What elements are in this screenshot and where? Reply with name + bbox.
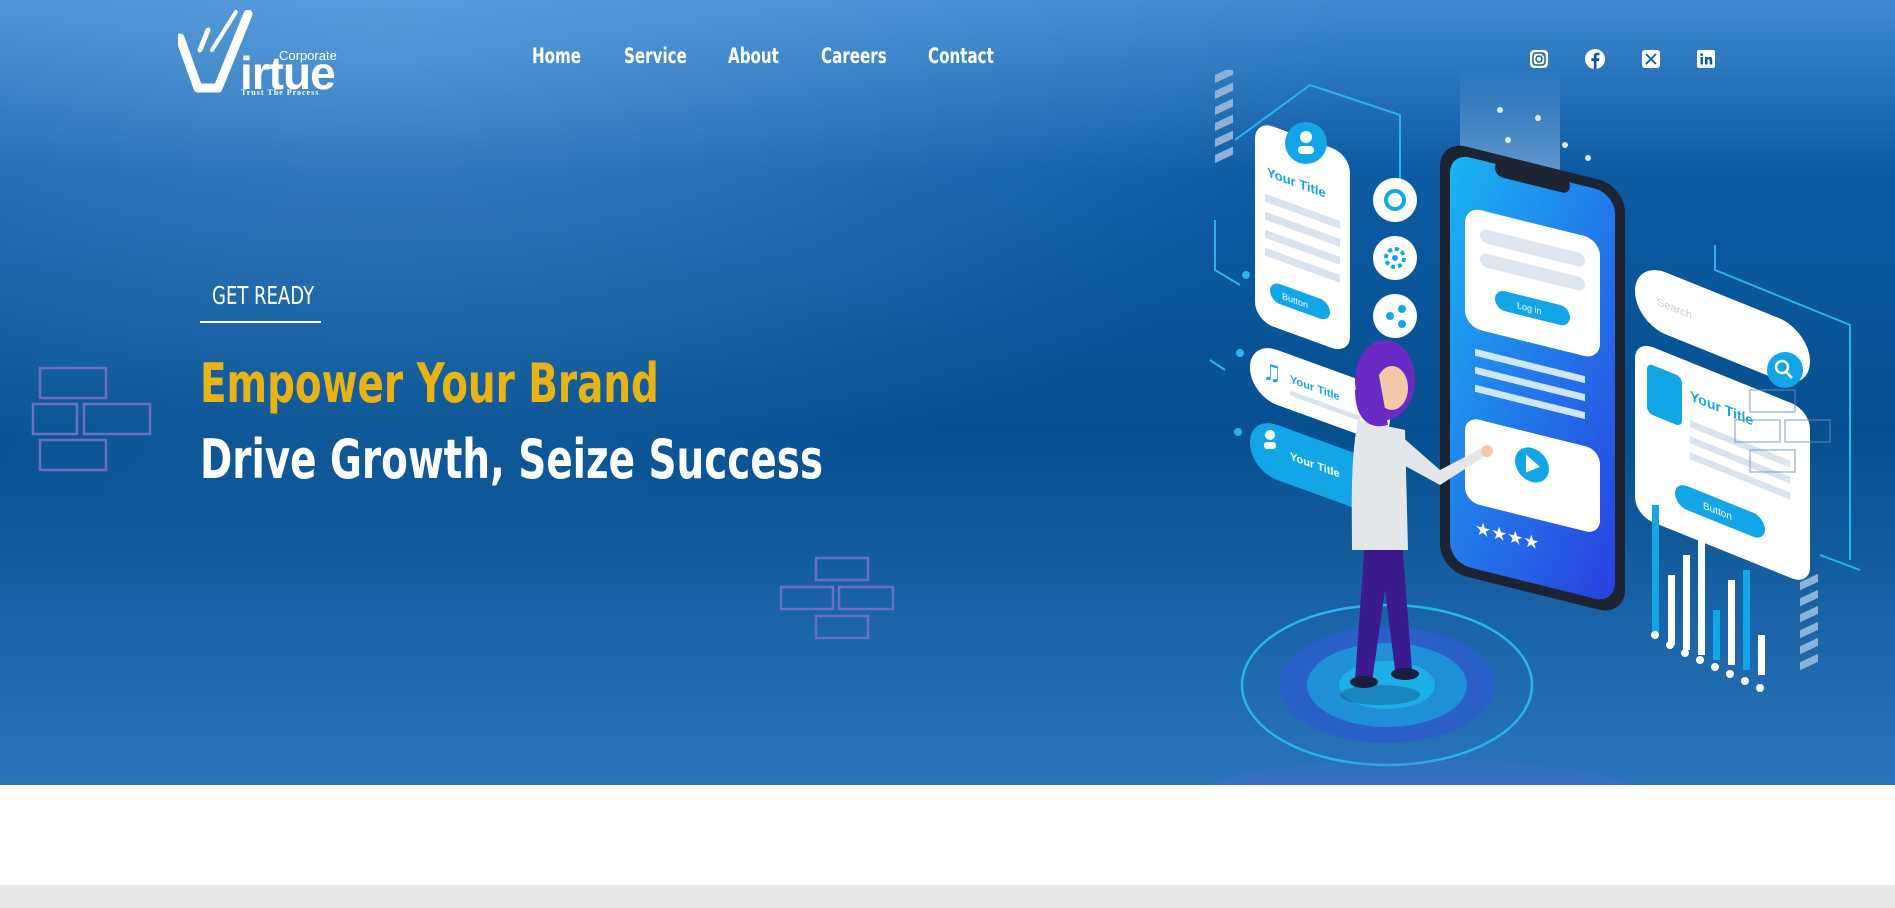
x-twitter-icon[interactable] xyxy=(1640,48,1662,70)
music-icon: ♫ xyxy=(1262,361,1282,386)
hero-eyebrow: GET READY xyxy=(212,281,315,310)
nav-contact[interactable]: Contact xyxy=(928,44,994,68)
nav-about[interactable]: About xyxy=(728,44,779,68)
app-development-illustration: Your Title Button Your Title ♫ Your Titl… xyxy=(1209,70,1861,785)
nav-service[interactable]: Service xyxy=(624,44,687,68)
facebook-icon[interactable] xyxy=(1584,48,1606,70)
hero-headline-primary: Empower Your Brand xyxy=(200,352,659,415)
eyebrow-underline xyxy=(200,321,321,323)
linkedin-icon[interactable] xyxy=(1695,48,1717,70)
hero-section: Corporate irtue Trust The Process Home S… xyxy=(0,0,1895,785)
next-section-edge xyxy=(0,885,1895,908)
brick-pattern-center xyxy=(779,556,895,640)
nav-home[interactable]: Home xyxy=(532,44,581,68)
brick-pattern-left xyxy=(31,366,152,472)
nav-careers[interactable]: Careers xyxy=(821,44,887,68)
logo-tagline: Trust The Process xyxy=(241,88,320,97)
hero-headline-secondary: Drive Growth, Seize Success xyxy=(200,428,823,491)
content-spacer xyxy=(0,785,1895,885)
instagram-icon[interactable] xyxy=(1528,48,1550,70)
